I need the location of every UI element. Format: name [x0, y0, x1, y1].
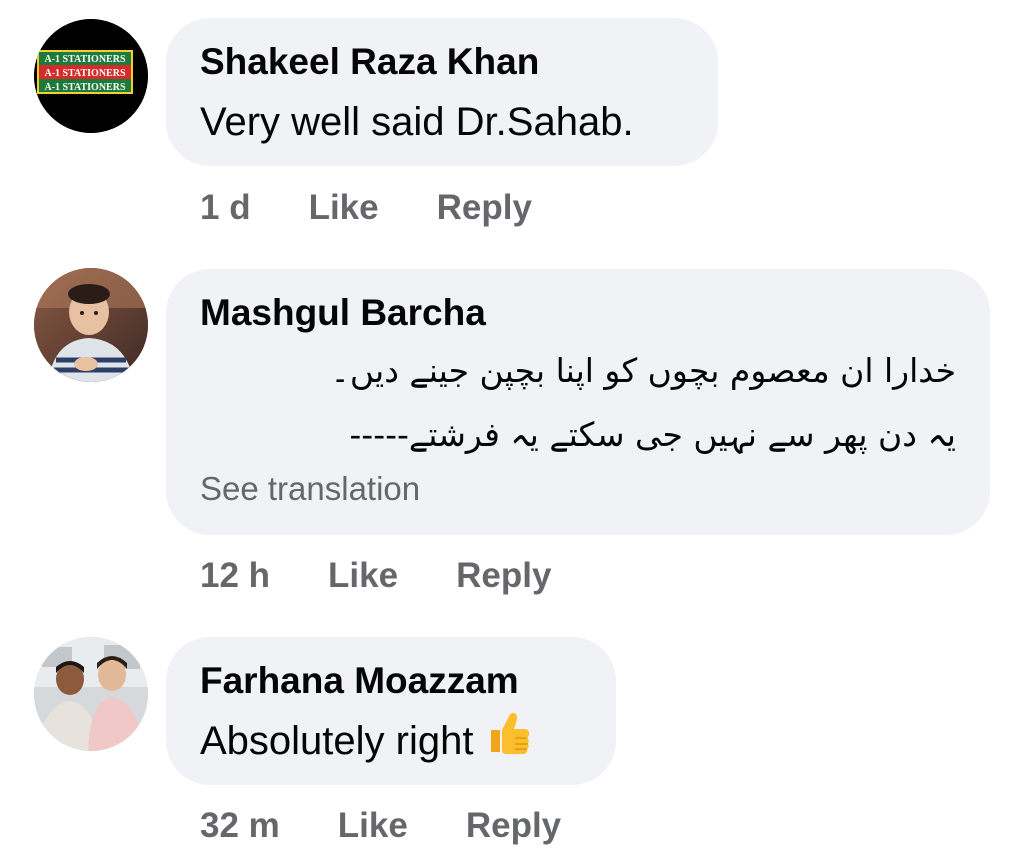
logo-line-3: A-1 STATIONERS [44, 82, 125, 93]
comment-time[interactable]: 1 d [200, 188, 251, 228]
two-men-photo-avatar [34, 637, 148, 751]
like-button[interactable]: Like [338, 806, 408, 846]
comment-author[interactable]: Shakeel Raza Khan [200, 40, 684, 84]
comment-text-line-2: یہ دن پھر سے نہیں جی سکتے یہ فرشتے----- [349, 415, 956, 454]
thumbs-up-icon [487, 710, 531, 769]
comment-actions: 32 m Like Reply [200, 806, 561, 846]
comment-actions: 1 d Like Reply [200, 188, 532, 228]
child-photo-avatar [34, 268, 148, 382]
logo-line-1: A-1 STATIONERS [44, 54, 125, 65]
stationers-logo-avatar: A-1 STATIONERS A-1 STATIONERS A-1 STATIO… [34, 19, 148, 133]
comment-bubble[interactable]: Shakeel Raza Khan Very well said Dr.Saha… [166, 18, 718, 166]
comment-author[interactable]: Mashgul Barcha [200, 291, 956, 335]
logo-line-2: A-1 STATIONERS [44, 68, 125, 79]
comment-text: Absolutely right [200, 712, 582, 769]
reply-button[interactable]: Reply [466, 806, 561, 846]
comment-author[interactable]: Farhana Moazzam [200, 659, 582, 703]
comment-text-line-1: خدارا ان معصوم بچوں کو اپنا بچپن جینے دی… [330, 351, 956, 390]
comment-actions: 12 h Like Reply [200, 556, 551, 596]
comment-bubble[interactable]: Farhana Moazzam Absolutely right [166, 637, 616, 785]
reply-button[interactable]: Reply [437, 188, 532, 228]
avatar[interactable] [34, 268, 148, 382]
like-button[interactable]: Like [309, 188, 379, 228]
like-button[interactable]: Like [328, 556, 398, 596]
avatar[interactable] [34, 637, 148, 751]
comment-time[interactable]: 32 m [200, 806, 280, 846]
comment-time[interactable]: 12 h [200, 556, 270, 596]
reply-button[interactable]: Reply [456, 556, 551, 596]
see-translation-link[interactable]: See translation [200, 469, 956, 509]
comment-bubble[interactable]: Mashgul Barcha خدارا ان معصوم بچوں کو اپ… [166, 269, 990, 535]
avatar[interactable]: A-1 STATIONERS A-1 STATIONERS A-1 STATIO… [34, 19, 148, 133]
comment-text-content: Absolutely right [200, 719, 474, 763]
comment-text: Very well said Dr.Sahab. [200, 100, 634, 144]
